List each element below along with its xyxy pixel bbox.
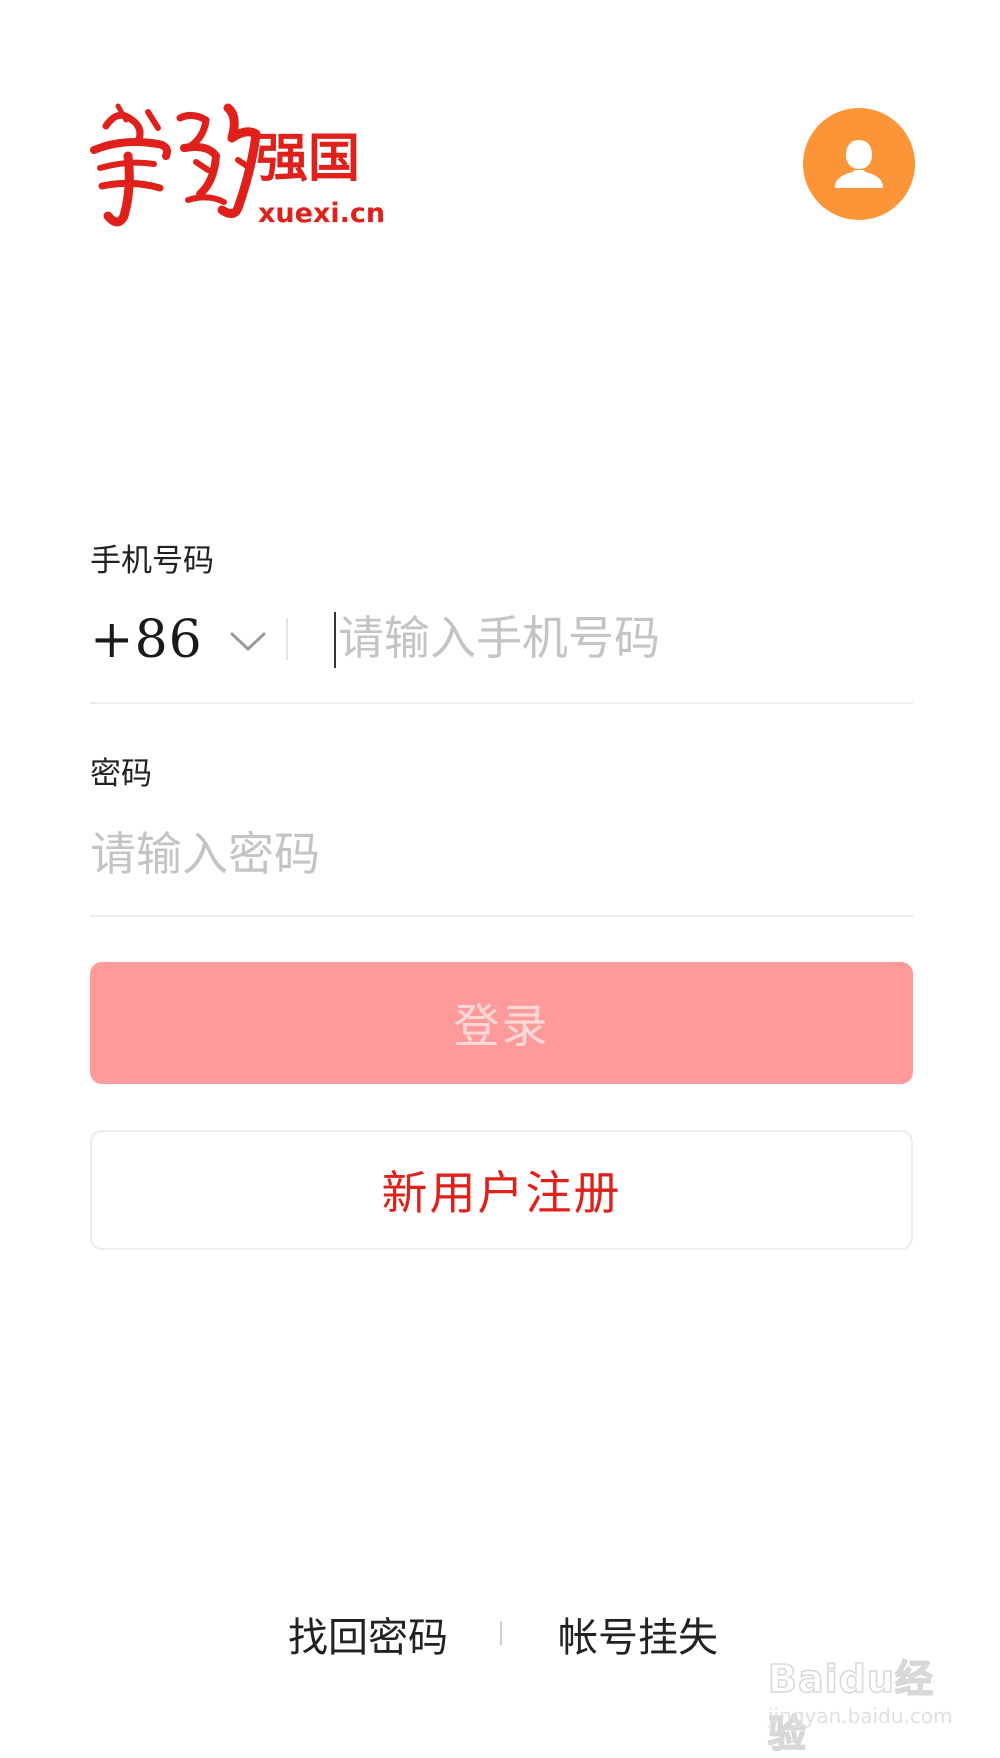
xuexi-logo: 强国 xuexi.cn bbox=[88, 98, 388, 238]
logo-domain: xuexi.cn bbox=[258, 198, 385, 229]
register-button[interactable]: 新用户注册 bbox=[90, 1130, 913, 1250]
avatar-button[interactable] bbox=[803, 108, 915, 220]
phone-input[interactable] bbox=[334, 602, 908, 674]
report-lost-account-link[interactable]: 帐号挂失 bbox=[558, 1605, 718, 1663]
password-input[interactable] bbox=[90, 818, 913, 890]
login-button[interactable]: 登录 bbox=[90, 962, 913, 1084]
user-silhouette-icon bbox=[835, 140, 883, 188]
watermark-brand: Baidu经验 bbox=[767, 1656, 934, 1757]
phone-row: +86 bbox=[90, 600, 913, 704]
country-code-selector[interactable]: +86 bbox=[90, 604, 267, 676]
phone-label: 手机号码 bbox=[90, 543, 214, 579]
password-label: 密码 bbox=[90, 756, 152, 792]
divider bbox=[90, 702, 913, 704]
logo-name: 强国 bbox=[256, 129, 360, 189]
watermark-url: jingyan.baidu.com bbox=[768, 1704, 953, 1728]
divider bbox=[90, 915, 913, 917]
baidu-watermark: Baidu经验 jingyan.baidu.com bbox=[767, 1648, 968, 1757]
country-code-value: +86 bbox=[90, 610, 203, 670]
chevron-down-icon bbox=[230, 632, 266, 651]
divider bbox=[286, 618, 288, 660]
link-separator bbox=[500, 1621, 502, 1645]
recover-password-link[interactable]: 找回密码 bbox=[288, 1605, 448, 1663]
